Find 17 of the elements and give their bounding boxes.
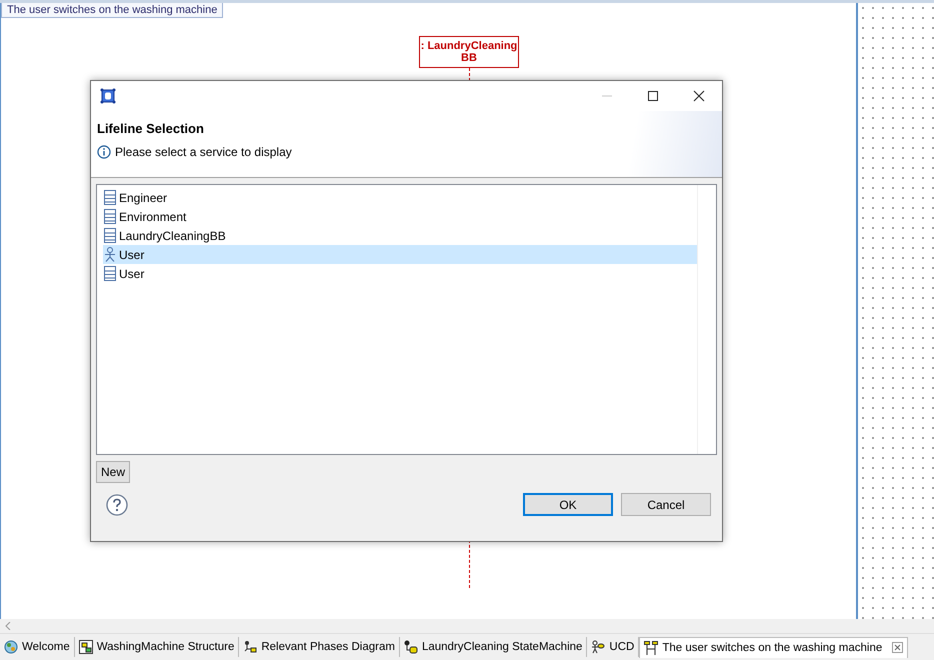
- list-item[interactable]: LaundryCleaningBB: [103, 226, 697, 245]
- dialog-message: Please select a service to display: [115, 145, 292, 159]
- list-item[interactable]: Engineer: [103, 188, 697, 207]
- dialog-button[interactable]: Cancel: [621, 493, 711, 516]
- dialog-button[interactable]: OK: [523, 493, 613, 516]
- editor-tab[interactable]: Relevant Phases Diagram: [239, 637, 400, 657]
- dialog-title: Lifeline Selection: [97, 121, 205, 136]
- new-button[interactable]: New: [96, 461, 130, 483]
- list-item[interactable]: Environment: [103, 207, 697, 226]
- editor-tab[interactable]: Welcome: [0, 637, 75, 657]
- editor-tab[interactable]: WashingMachine Structure: [74, 637, 240, 657]
- editor-tab[interactable]: LaundryCleaning StateMachine: [400, 637, 588, 657]
- frame-label: The user switches on the washing machine: [1, 3, 224, 18]
- lifeline-box: : LaundryCleaningBB: [419, 36, 519, 68]
- list-item[interactable]: User: [103, 245, 697, 264]
- editor-tab[interactable]: The user switches on the washing machine: [639, 636, 908, 658]
- list-item[interactable]: User: [103, 264, 697, 283]
